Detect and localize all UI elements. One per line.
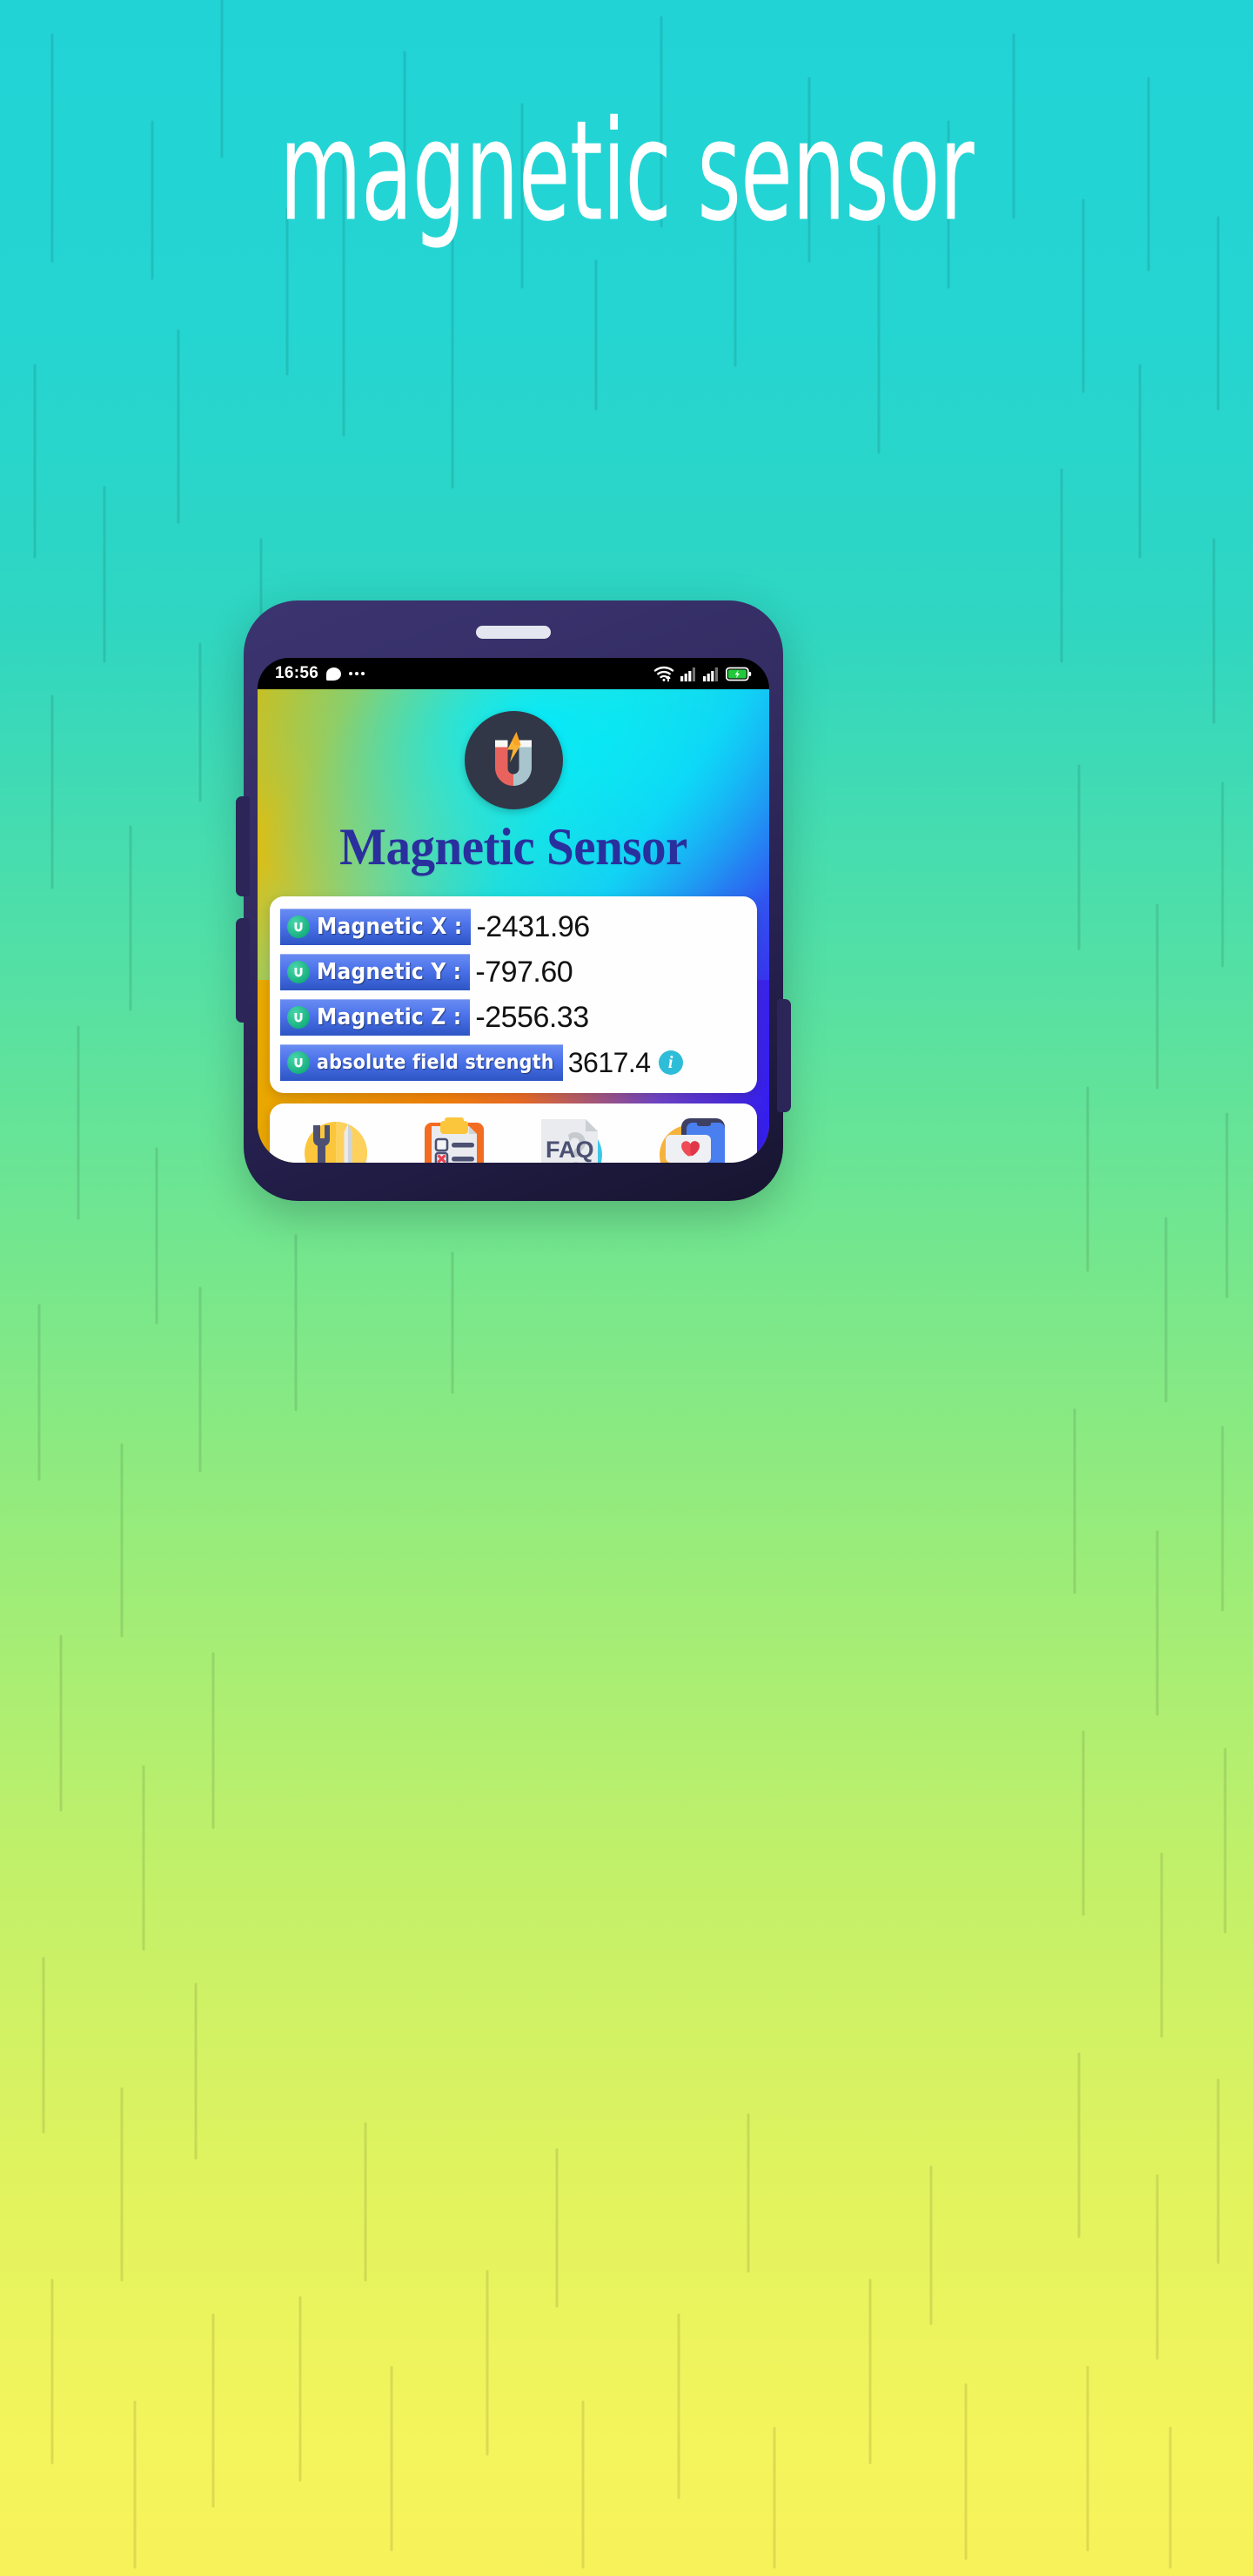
- app-title: Magnetic Sensor: [339, 818, 687, 875]
- reading-row-y: Magnetic Y : -797.60: [280, 954, 747, 990]
- reading-label-x: Magnetic X :: [317, 914, 463, 940]
- magnet-badge-icon: [287, 961, 310, 983]
- volume-up-button[interactable]: [236, 796, 250, 896]
- status-bar-left: 16:56: [275, 664, 365, 683]
- phone-screen: 16:56 Magnetic Sensor Magnetic X: -2431…: [258, 658, 769, 1163]
- magnet-badge-icon: [287, 1006, 310, 1029]
- more-dots-icon: [349, 672, 365, 675]
- status-bar-right: [653, 665, 752, 682]
- battery-charging-icon: [726, 667, 752, 681]
- power-button[interactable]: [777, 999, 791, 1112]
- background-rain-lines: [33, 0, 1229, 2569]
- action-check-and-fix[interactable]: check & fix: [287, 1116, 385, 1163]
- reading-label-absolute: absolute field strength: [317, 1051, 554, 1074]
- volume-down-button[interactable]: [236, 918, 250, 1023]
- clipboard-checklist-icon: [417, 1116, 492, 1163]
- status-bar: 16:56: [258, 658, 769, 689]
- chat-bubble-icon: [326, 667, 342, 681]
- phone-mockup: 16:56 Magnetic Sensor Magnetic X: -2431…: [236, 600, 791, 1201]
- earpiece-speaker: [476, 626, 551, 639]
- action-rate-this-app[interactable]: Rate this app: [642, 1116, 740, 1163]
- magnet-badge-icon: [287, 916, 310, 938]
- magnet-bolt-logo: [464, 711, 563, 809]
- reading-value-x: -2431.96: [476, 909, 590, 943]
- reading-label-y: Magnetic Y :: [317, 959, 462, 985]
- readings-card: Magnetic X : -2431.96 Magnetic Y : -797.…: [270, 896, 757, 1093]
- phone-heart-icon: [653, 1116, 728, 1163]
- action-app-uses[interactable]: app uses: [405, 1116, 503, 1163]
- app-logo-wrap: [258, 689, 769, 809]
- reading-row-x: Magnetic X : -2431.96: [280, 909, 747, 945]
- reading-value-y: -797.60: [475, 955, 573, 989]
- info-icon[interactable]: i: [658, 1050, 683, 1075]
- action-faq[interactable]: FAQ Faq: [524, 1116, 621, 1163]
- wifi-icon: [653, 666, 674, 682]
- wrench-screwdriver-icon: [298, 1116, 373, 1163]
- signal-icon: [703, 667, 718, 681]
- reading-label-badge-x: Magnetic X :: [280, 909, 472, 945]
- reading-row-absolute: absolute field strength 3617.4 i: [280, 1044, 747, 1081]
- reading-label-badge-z: Magnetic Z :: [280, 999, 471, 1036]
- faq-document-icon: FAQ: [535, 1116, 610, 1163]
- reading-label-z: Magnetic Z :: [317, 1004, 462, 1030]
- actions-card: check & fix: [270, 1104, 757, 1163]
- reading-value-absolute: 3617.4: [567, 1046, 651, 1078]
- reading-label-badge-y: Magnetic Y :: [280, 954, 471, 990]
- svg-text:FAQ: FAQ: [546, 1137, 594, 1163]
- status-time: 16:56: [275, 664, 319, 682]
- signal-icon: [680, 667, 695, 681]
- app-screen: Magnetic Sensor Magnetic X : -2431.96 Ma…: [258, 689, 769, 1163]
- poster-headline: magnetic sensor: [279, 91, 975, 252]
- reading-row-z: Magnetic Z : -2556.33: [280, 999, 747, 1036]
- reading-value-z: -2556.33: [475, 1000, 589, 1034]
- magnet-badge-icon: [287, 1051, 310, 1074]
- reading-label-badge-absolute: absolute field strength: [280, 1044, 563, 1081]
